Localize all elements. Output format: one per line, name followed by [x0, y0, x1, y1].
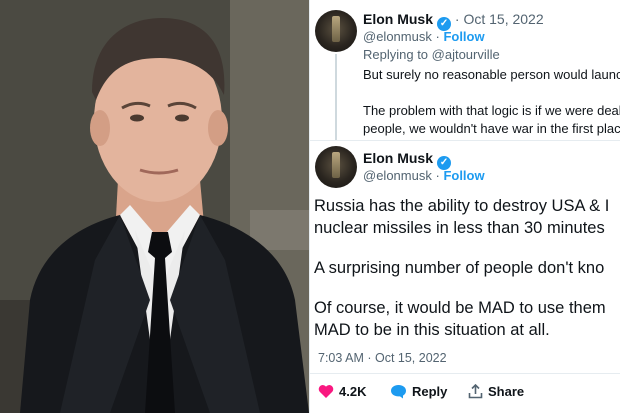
tweet-text-line: Of course, it would be MAD to use them [314, 299, 606, 317]
reply-button[interactable]: Reply [390, 384, 447, 402]
author-name[interactable]: Elon Musk [363, 11, 433, 27]
main-handle-row: @elonmusk · Follow [363, 168, 485, 183]
reply-tweet-header: Elon Musk ✓ · Oct 15, 2022 [363, 11, 544, 31]
divider [310, 373, 620, 374]
tweet-text-line: A surprising number of people don't kno [314, 259, 605, 277]
reply-handle-row: @elonmusk · Follow [363, 29, 485, 44]
main-tweet-header: Elon Musk ✓ [363, 150, 452, 170]
tweet-text-line: nuclear missiles in less than 30 minutes [314, 219, 605, 237]
separator: · [454, 11, 460, 27]
tweet-text-line: MAD to be in this situation at all. [314, 321, 550, 339]
reply-text-line: The problem with that logic is if we wer… [363, 103, 620, 118]
follow-button[interactable]: Follow [443, 29, 484, 44]
divider [310, 140, 620, 141]
share-button[interactable]: Share [468, 383, 525, 402]
heart-icon [318, 384, 334, 402]
replying-to[interactable]: Replying to @ajtourville [363, 47, 500, 62]
tweet-date[interactable]: Oct 15, 2022 [463, 11, 543, 27]
reply-label: Reply [412, 384, 448, 399]
tweet-text-line: Russia has the ability to destroy USA & … [314, 197, 610, 215]
handle[interactable]: @elonmusk [363, 29, 432, 44]
separator: · [435, 29, 440, 44]
separator: · [435, 168, 440, 183]
portrait-illustration [0, 0, 309, 413]
share-label: Share [488, 384, 525, 399]
reply-text-line: But surely no reasonable person would la… [363, 67, 620, 82]
reply-text-line: people, we wouldn't have war in the firs… [363, 121, 620, 136]
like-count: 4.2K [339, 384, 367, 399]
like-button[interactable]: 4.2K [318, 384, 366, 402]
tweet-panel: Elon Musk ✓ · Oct 15, 2022 @elonmusk · Fo… [309, 0, 620, 413]
thread-line [335, 54, 337, 140]
follow-button[interactable]: Follow [443, 168, 484, 183]
author-name[interactable]: Elon Musk [363, 150, 433, 166]
tweet-timestamp[interactable]: 7:03 AM · Oct 15, 2022 [318, 351, 447, 365]
avatar[interactable] [315, 10, 357, 52]
share-icon [468, 383, 483, 402]
comment-icon [390, 384, 407, 402]
avatar[interactable] [315, 146, 357, 188]
handle[interactable]: @elonmusk [363, 168, 432, 183]
portrait-photo [0, 0, 309, 413]
